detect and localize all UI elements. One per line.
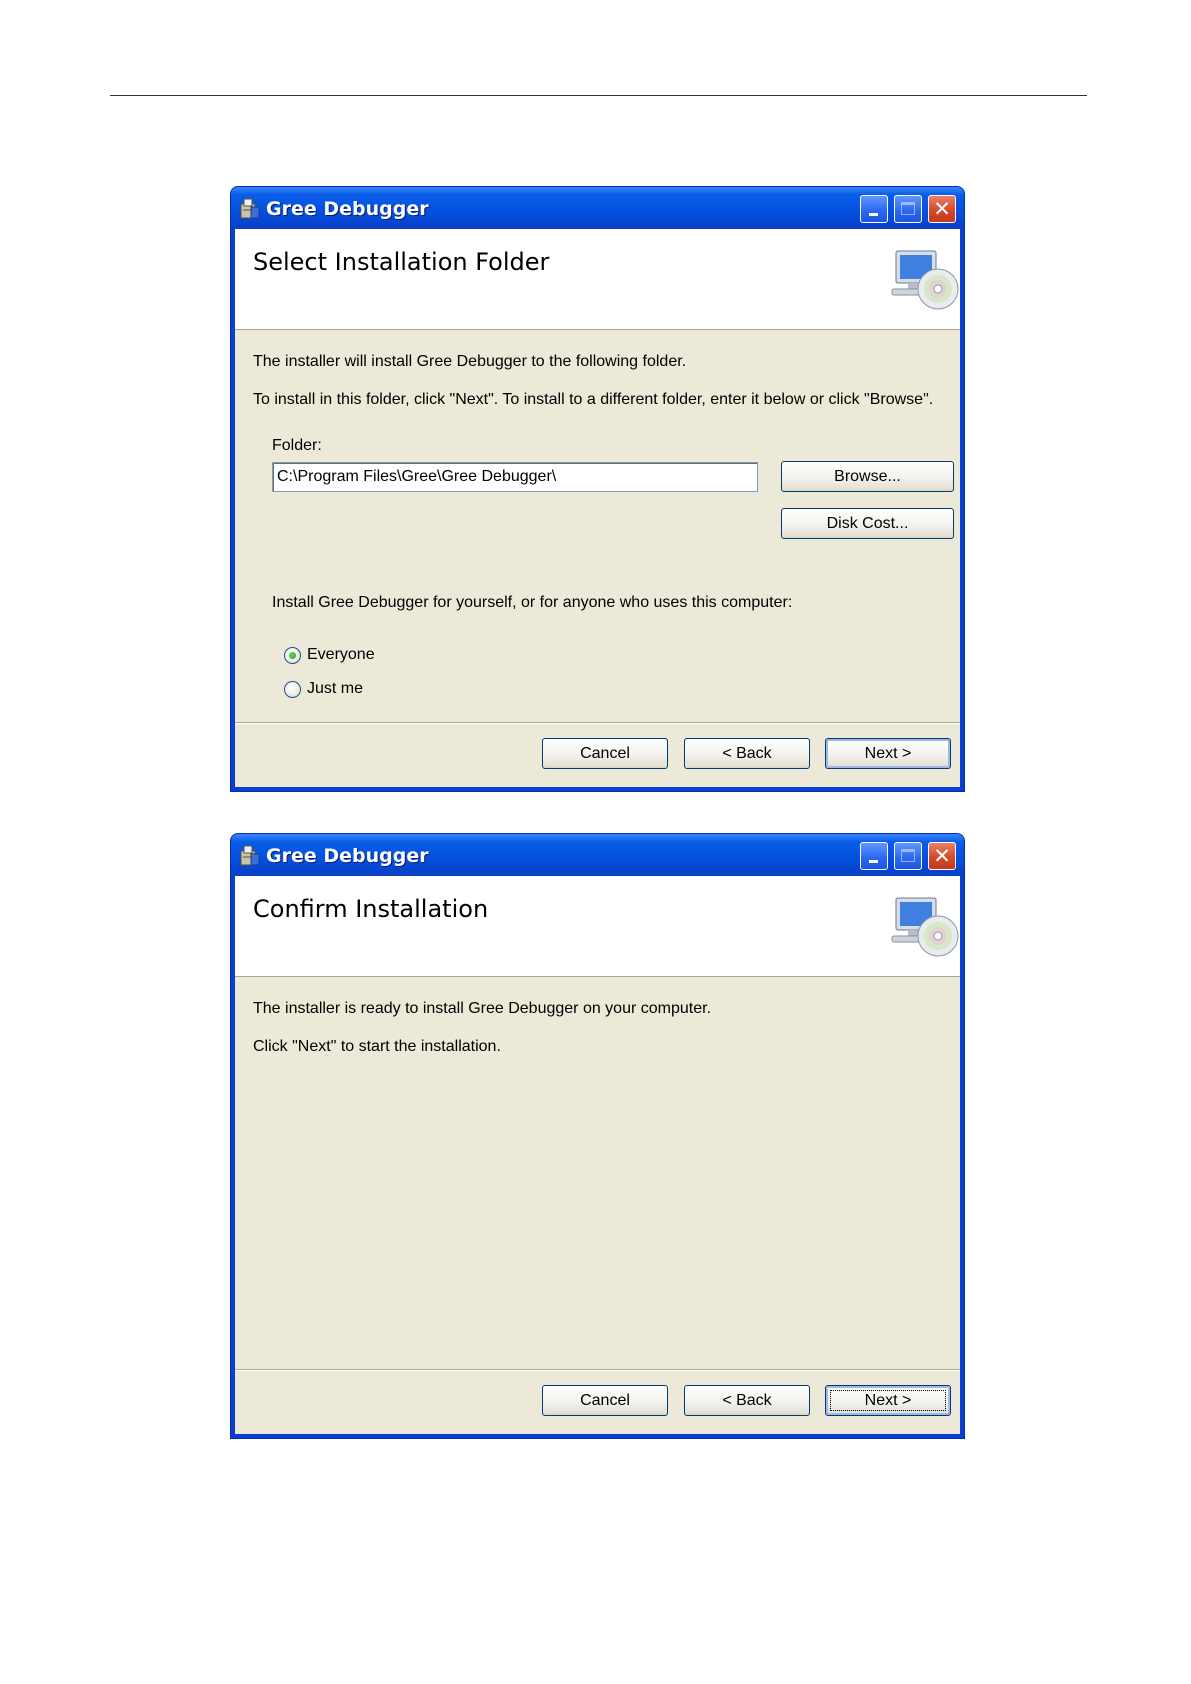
dialog-banner: Confirm Installation <box>235 876 960 977</box>
maximize-icon <box>901 202 915 215</box>
window-title: Gree Debugger <box>266 845 429 867</box>
radio-just-me[interactable] <box>284 681 301 698</box>
maximize-button <box>894 195 922 223</box>
title-bar[interactable]: Gree Debugger ✕ <box>231 834 964 876</box>
folder-label: Folder: <box>272 437 322 454</box>
minimize-icon <box>869 860 878 863</box>
folder-path-input[interactable] <box>272 462 758 492</box>
browse-button[interactable]: Browse... <box>781 461 954 492</box>
minimize-icon <box>869 213 878 216</box>
radio-just-me-label[interactable]: Just me <box>307 680 363 698</box>
installer-window-confirm: Gree Debugger ✕ Confirm Installation The… <box>231 834 964 1438</box>
intro-text: The installer will install Gree Debugger… <box>253 353 687 370</box>
installer-package-icon <box>240 198 260 219</box>
dialog-banner: Select Installation Folder <box>235 229 960 330</box>
dialog-client-area: Confirm Installation The installer is re… <box>235 876 960 1434</box>
radio-everyone[interactable] <box>284 647 301 664</box>
cancel-button[interactable]: Cancel <box>542 1385 668 1416</box>
close-icon: ✕ <box>933 844 951 868</box>
computer-cd-setup-icon <box>891 897 959 957</box>
installer-package-icon <box>240 845 260 866</box>
close-button[interactable]: ✕ <box>928 195 956 223</box>
title-bar[interactable]: Gree Debugger ✕ <box>231 187 964 229</box>
instruction-text: Click "Next" to start the installation. <box>253 1038 501 1055</box>
radio-everyone-label[interactable]: Everyone <box>307 646 375 664</box>
page-header-rule <box>110 95 1087 96</box>
next-button[interactable]: Next > <box>825 1385 951 1416</box>
dialog-client-area: Select Installation Folder The installer… <box>235 229 960 787</box>
banner-title: Select Installation Folder <box>253 248 550 276</box>
cancel-button[interactable]: Cancel <box>542 738 668 769</box>
instruction-text: To install in this folder, click "Next".… <box>253 391 934 408</box>
close-icon: ✕ <box>933 197 951 221</box>
banner-title: Confirm Installation <box>253 895 489 923</box>
back-button[interactable]: < Back <box>684 738 810 769</box>
close-button[interactable]: ✕ <box>928 842 956 870</box>
disk-cost-button[interactable]: Disk Cost... <box>781 508 954 539</box>
installer-window-select-folder: Gree Debugger ✕ Select Installation Fold… <box>231 187 964 791</box>
maximize-icon <box>901 849 915 862</box>
footer-separator <box>235 722 960 724</box>
install-for-prompt: Install Gree Debugger for yourself, or f… <box>272 594 793 611</box>
footer-separator <box>235 1369 960 1371</box>
maximize-button <box>894 842 922 870</box>
ready-text: The installer is ready to install Gree D… <box>253 1000 712 1017</box>
minimize-button[interactable] <box>860 195 888 223</box>
minimize-button[interactable] <box>860 842 888 870</box>
back-button[interactable]: < Back <box>684 1385 810 1416</box>
window-title: Gree Debugger <box>266 198 429 220</box>
next-button[interactable]: Next > <box>825 738 951 769</box>
computer-cd-setup-icon <box>891 250 959 310</box>
